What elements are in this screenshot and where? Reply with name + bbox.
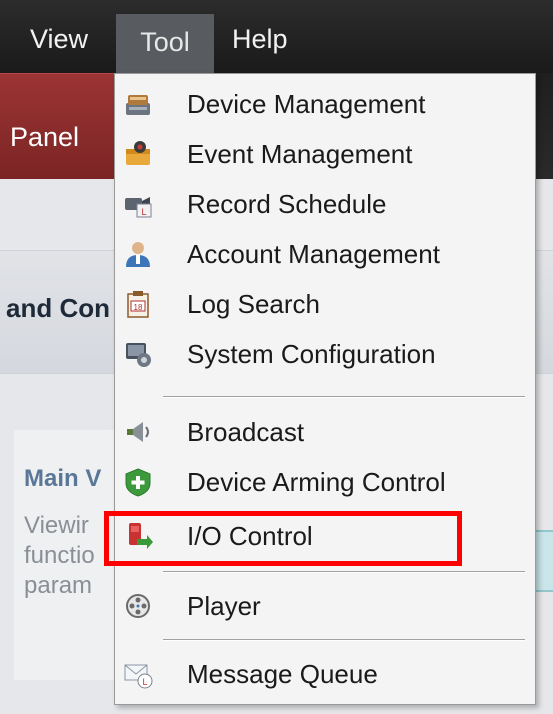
menu-separator: [163, 571, 525, 573]
menu-item-record-schedule[interactable]: L Record Schedule: [115, 180, 535, 230]
message-queue-icon: L: [123, 659, 153, 689]
menu-item-label: Account Management: [187, 239, 440, 269]
menu-view[interactable]: View: [30, 0, 88, 73]
record-schedule-icon: L: [123, 189, 153, 219]
section-header-title: and Con: [6, 293, 110, 323]
menu-item-message-queue[interactable]: L Message Queue: [115, 650, 535, 700]
menu-item-account-management[interactable]: Account Management: [115, 230, 535, 280]
menu-item-label: Device Arming Control: [187, 467, 446, 497]
device-management-icon: [123, 89, 153, 119]
menu-item-label: Player: [187, 591, 261, 621]
menu-item-label: Record Schedule: [187, 189, 387, 219]
account-management-icon: [123, 239, 153, 269]
menu-item-player[interactable]: Player: [115, 582, 535, 632]
menu-item-label: Message Queue: [187, 659, 378, 689]
control-panel-tab-label: Panel: [10, 122, 80, 152]
menu-separator: [163, 639, 525, 641]
menu-item-device-management[interactable]: Device Management: [115, 80, 535, 130]
menu-item-label: Broadcast: [187, 417, 305, 447]
main-view-card-title: Main V: [24, 465, 102, 492]
menu-item-label: Log Search: [187, 289, 320, 319]
main-view-card-line: Viewir: [24, 512, 89, 539]
menu-tool[interactable]: Tool: [116, 14, 214, 73]
event-management-icon: [123, 139, 153, 169]
menu-bar: View Tool Help: [0, 0, 553, 73]
system-configuration-icon: [123, 339, 153, 369]
menu-item-event-management[interactable]: Event Management: [115, 130, 535, 180]
control-panel-tab[interactable]: Panel: [0, 73, 130, 180]
svg-text:L: L: [141, 207, 146, 217]
menu-help[interactable]: Help: [232, 0, 288, 73]
menu-item-label: System Configuration: [187, 339, 436, 369]
svg-text:L: L: [142, 677, 147, 687]
menu-item-log-search[interactable]: 18 Log Search: [115, 280, 535, 330]
menu-separator: [163, 396, 525, 398]
menu-item-system-configuration[interactable]: System Configuration: [115, 330, 535, 380]
io-control-highlight-box: [104, 511, 462, 566]
main-view-card-line: functio: [24, 542, 95, 569]
main-view-card-line: param: [24, 572, 93, 599]
broadcast-icon: [123, 417, 153, 447]
svg-text:18: 18: [134, 303, 143, 312]
menu-item-label: Event Management: [187, 139, 413, 169]
menu-item-broadcast[interactable]: Broadcast: [115, 408, 535, 458]
tool-dropdown-menu: Device Management Event Management L Rec…: [114, 73, 536, 705]
player-icon: [123, 591, 153, 621]
device-arming-control-icon: [123, 467, 153, 497]
menu-item-label: Device Management: [187, 89, 426, 119]
log-search-icon: 18: [123, 289, 153, 319]
menu-item-device-arming-control[interactable]: Device Arming Control: [115, 458, 535, 508]
